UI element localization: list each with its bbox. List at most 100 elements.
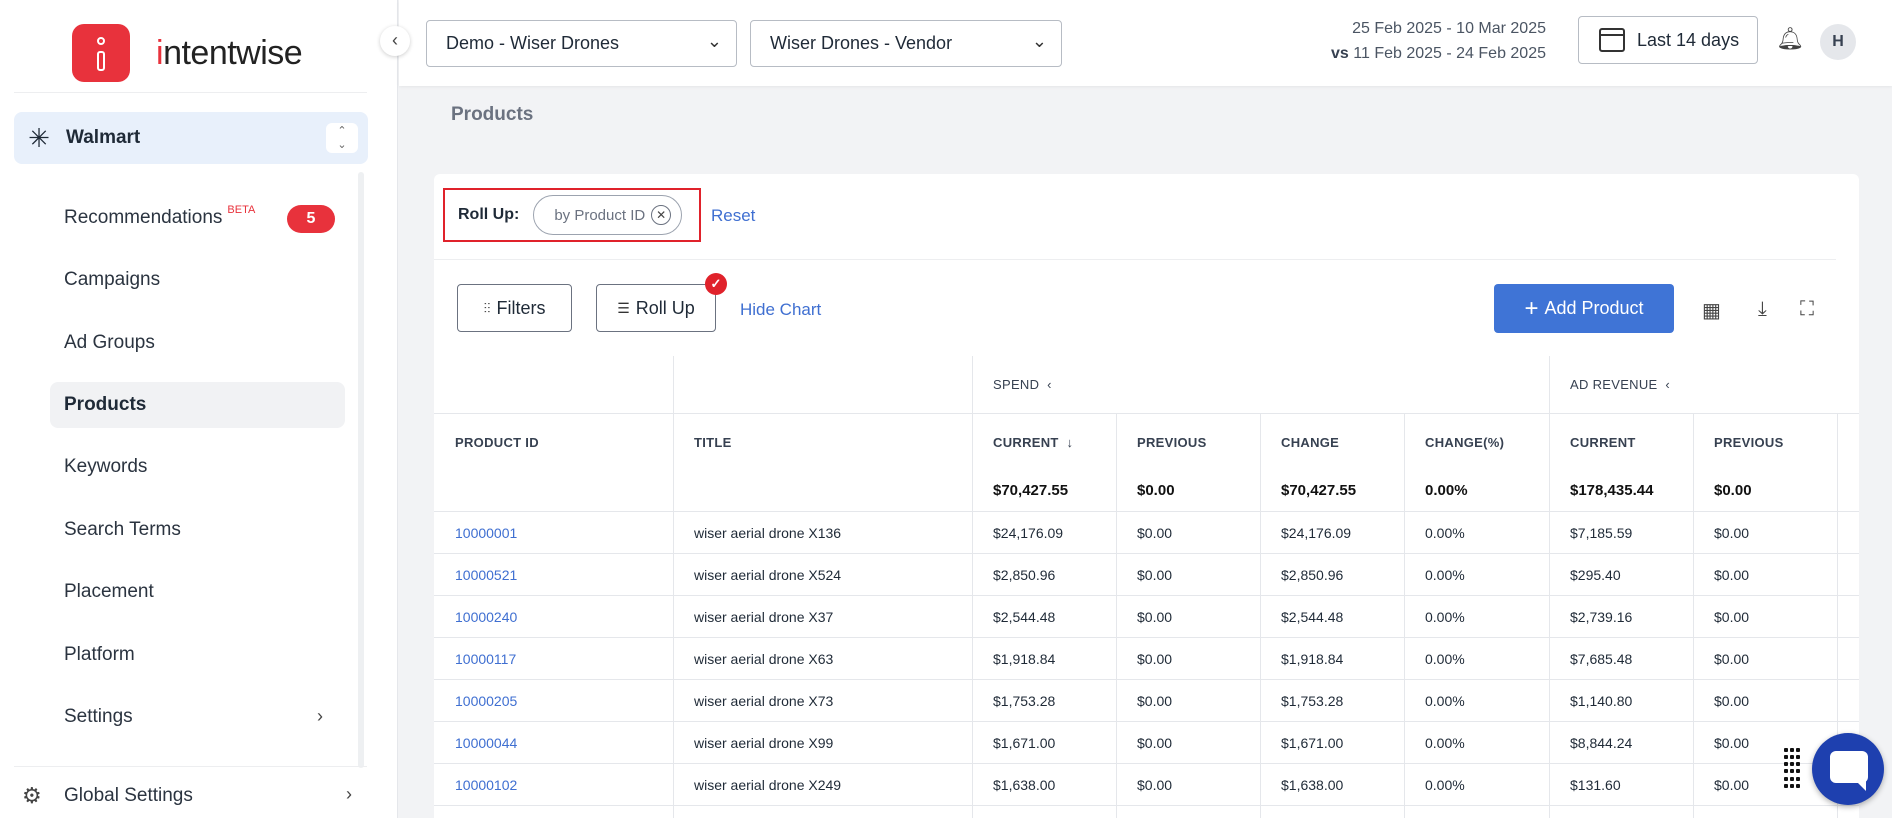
table-cell: $2,544.48	[1281, 608, 1344, 625]
chat-button[interactable]	[1812, 733, 1884, 805]
drag-grip-icon[interactable]	[1784, 748, 1802, 788]
compare-date-range: 11 Feb 2025 - 24 Feb 2025	[1353, 45, 1546, 62]
product-id-link[interactable]: 10000521	[434, 554, 517, 595]
spend-group-header[interactable]: SPEND ‹	[972, 356, 1052, 413]
gear-icon: ⚙	[22, 783, 42, 808]
platform-name: Walmart	[66, 127, 141, 148]
sidebar-item-label: Recommendations	[64, 207, 223, 228]
product-id-link[interactable]: 10000117	[434, 638, 516, 679]
sidebar-item-keywords[interactable]: Keywords	[50, 444, 345, 490]
column-header[interactable]: CHANGE(%)	[1404, 414, 1504, 470]
download-icon[interactable]: ⤓	[1758, 298, 1767, 321]
product-id-link[interactable]: 10000102	[434, 764, 517, 805]
table-cell: wiser aerial drone X99	[694, 734, 834, 751]
table-cell: $0.00	[1137, 566, 1173, 583]
date-period-button[interactable]: Last 14 days	[1578, 16, 1758, 64]
reset-link[interactable]: Reset	[711, 206, 755, 226]
total-cell: 0.00%	[1425, 482, 1468, 499]
sidebar-item-label: Ad Groups	[64, 332, 155, 353]
table-cell: $1,753.28	[1281, 692, 1344, 709]
product-id-link[interactable]: 10000044	[434, 722, 517, 763]
sidebar: intentwise ✳ Walmart ⌃ ⌄ Recommendations …	[0, 0, 398, 818]
table-row: 10000117 wiser aerial drone X63 $1,918.84 $…	[434, 638, 1859, 680]
table-cell: wiser aerial drone X524	[694, 566, 842, 583]
ad-revenue-group-header[interactable]: AD REVENUE ‹	[1549, 356, 1670, 413]
account-dropdown[interactable]: Demo - Wiser Drones ⌄	[426, 20, 737, 67]
plus-icon: +	[1524, 294, 1539, 322]
sidebar-item-settings[interactable]: Settings ›	[50, 694, 345, 740]
table-cell: wiser aerial drone X136	[694, 524, 842, 541]
sidebar-item-campaigns[interactable]: Campaigns	[50, 257, 345, 303]
table-cell: $1,638.00	[1281, 776, 1344, 793]
bell-icon[interactable]: 🔔︎	[1776, 26, 1804, 52]
filters-label: Filters	[496, 297, 546, 318]
table-cell: $0.00	[1714, 692, 1750, 709]
rollup-summary: Roll Up: by Product ID ✕	[443, 188, 701, 242]
table-cell: $1,140.80	[1570, 692, 1633, 709]
table-cell: $0.00	[1714, 650, 1750, 667]
column-header[interactable]: CURRENT	[1549, 414, 1636, 470]
sidebar-item-recommendations[interactable]: Recommendations BETA 5	[50, 195, 345, 241]
table-cell: $1,638.00	[993, 776, 1056, 793]
profile-dropdown[interactable]: Wiser Drones - Vendor ⌄	[750, 20, 1062, 67]
avatar[interactable]: H	[1820, 24, 1856, 60]
global-settings-item[interactable]: ⚙ Global Settings ›	[22, 778, 352, 814]
beta-tag: BETA	[227, 204, 256, 216]
recommendations-count-badge: 5	[287, 205, 335, 233]
column-header[interactable]: PRODUCT ID	[434, 414, 539, 470]
table-cell: wiser aerial drone X249	[694, 776, 842, 793]
add-product-button[interactable]: + Add Product	[1494, 284, 1674, 333]
column-header[interactable]: PREVIOUS	[1116, 414, 1207, 470]
table-cell: $295.40	[1570, 566, 1621, 583]
column-header[interactable]: CHANGE	[1260, 414, 1339, 470]
table-cell: $2,850.96	[1281, 566, 1344, 583]
platform-selector[interactable]: ✳ Walmart ⌃ ⌄	[14, 112, 368, 164]
divider	[434, 259, 1836, 260]
profile-value: Wiser Drones - Vendor	[770, 33, 953, 53]
rollup-icon: ☰	[617, 299, 630, 316]
product-id-link[interactable]: 10000205	[434, 680, 517, 721]
up-down-chevron-icon[interactable]: ⌃ ⌄	[326, 123, 358, 153]
rollup-chip[interactable]: by Product ID ✕	[533, 195, 683, 235]
chevron-right-icon: ›	[317, 706, 323, 726]
table-cell: 0.00%	[1425, 776, 1465, 793]
table-cell: $7,685.48	[1570, 650, 1633, 667]
table-cell: $0.00	[1714, 776, 1750, 793]
product-id-link[interactable]: 10000240	[434, 596, 517, 637]
product-id-link[interactable]: 10000001	[434, 512, 517, 553]
chevron-right-icon: ›	[346, 784, 352, 804]
intentwise-logo[interactable]: intentwise	[72, 24, 303, 82]
sidebar-item-ad-groups[interactable]: Ad Groups	[50, 320, 345, 366]
date-period-label: Last 14 days	[1637, 29, 1740, 50]
table-view-icon[interactable]: ▦	[1702, 298, 1721, 323]
column-header[interactable]: PREVIOUS	[1693, 414, 1784, 470]
column-header[interactable]: TITLE	[673, 414, 732, 470]
fullscreen-icon[interactable]: ⛶	[1800, 298, 1814, 321]
table-row: 10000102 wiser aerial drone X249 $1,638.00…	[434, 764, 1859, 806]
table-cell: 0.00%	[1425, 566, 1465, 583]
sidebar-item-search-terms[interactable]: Search Terms	[50, 507, 345, 553]
table-cell: $0.00	[1137, 650, 1173, 667]
sidebar-item-products[interactable]: Products	[50, 382, 345, 428]
table-cell: $0.00	[1714, 524, 1750, 541]
sidebar-item-label: Platform	[64, 644, 135, 665]
table-column-header: PRODUCT ID TITLE CURRENT ↓ PREVIOUS CHAN…	[434, 414, 1859, 470]
sidebar-item-platform[interactable]: Platform	[50, 632, 345, 678]
add-product-label: Add Product	[1544, 298, 1644, 318]
table-row: 10000521 wiser aerial drone X524 $2,850.96…	[434, 554, 1859, 596]
table-cell: $0.00	[1137, 692, 1173, 709]
collapse-sidebar-button[interactable]: ‹	[380, 26, 410, 56]
table-cell: $2,739.16	[1570, 608, 1633, 625]
top-header: Demo - Wiser Drones ⌄ Wiser Drones - Ven…	[399, 0, 1892, 86]
rollup-button[interactable]: ☰ Roll Up ✓	[596, 273, 727, 332]
column-header-sorted[interactable]: CURRENT ↓	[972, 414, 1073, 470]
table-cell: $2,544.48	[993, 608, 1056, 625]
filters-button[interactable]: ⫶⫶ Filters	[457, 284, 572, 332]
total-cell: $178,435.44	[1570, 482, 1654, 499]
account-value: Demo - Wiser Drones	[446, 33, 620, 53]
close-icon[interactable]: ✕	[651, 205, 672, 225]
hide-chart-link[interactable]: Hide Chart	[740, 300, 821, 320]
sidebar-scrollbar[interactable]	[358, 172, 364, 768]
table-cell: 0.00%	[1425, 650, 1465, 667]
sidebar-item-placement[interactable]: Placement	[50, 569, 345, 615]
